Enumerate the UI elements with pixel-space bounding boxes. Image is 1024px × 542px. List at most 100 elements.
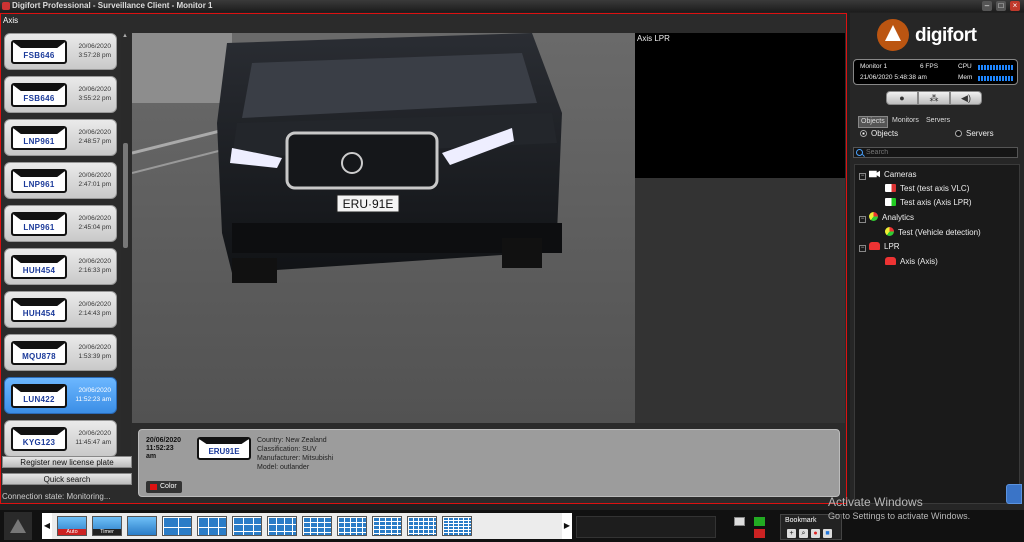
maximize-button[interactable]: □ xyxy=(996,1,1006,11)
plate-time: 2:14:43 pm xyxy=(78,310,111,317)
side-panel-toggle-icon[interactable] xyxy=(1006,484,1022,504)
color-label: Color xyxy=(160,483,177,490)
monitor-label: Axis xyxy=(3,16,19,25)
objects-radio[interactable]: Objects xyxy=(860,129,898,138)
layout-1plus5-button[interactable] xyxy=(197,516,227,536)
mem-meter xyxy=(978,76,1014,81)
tree-label: Cameras xyxy=(884,170,917,179)
strip-right-arrow-icon[interactable]: ▶ xyxy=(562,513,572,539)
tree-node-axis[interactable]: Axis (Axis) xyxy=(885,256,938,267)
audio-mode-button[interactable]: ◀) xyxy=(950,91,982,105)
tree-node-camera-vlc[interactable]: Test (test axis VLC) xyxy=(885,183,969,194)
plate-date: 20/06/2020 xyxy=(78,430,111,437)
close-button[interactable]: × xyxy=(1010,1,1020,11)
user-mode-button[interactable]: ● xyxy=(886,91,918,105)
tab-monitors[interactable]: Monitors xyxy=(890,116,921,126)
plate-date: 20/06/2020 xyxy=(78,258,111,265)
plate-list-item[interactable]: HUH454 20/06/2020 2:14:43 pm xyxy=(4,291,117,328)
plate-list-item[interactable]: LNP961 20/06/2020 2:47:01 pm xyxy=(4,162,117,199)
layout-6x6-button[interactable] xyxy=(442,516,472,536)
info-date: 20/06/2020 xyxy=(146,437,182,444)
bookmark-title: Bookmark xyxy=(785,517,817,524)
activate-windows-watermark: Activate Windows Go to Settings to activ… xyxy=(828,495,970,521)
tab-servers[interactable]: Servers xyxy=(924,116,952,126)
monitor-icon[interactable] xyxy=(734,517,745,526)
tree-node-camera-lpr[interactable]: Test axis (Axis LPR) xyxy=(885,197,972,208)
camera-icon xyxy=(869,170,880,178)
minimize-button[interactable]: – xyxy=(982,1,992,11)
plate-number: FSB646 xyxy=(23,51,55,60)
bookmark-search-icon[interactable]: ⌕ xyxy=(799,529,808,538)
bookmark-record-icon[interactable]: ● xyxy=(811,529,820,538)
plate-list-item[interactable]: KYG123 20/06/2020 11:45:47 am xyxy=(4,420,117,457)
search-input[interactable] xyxy=(866,148,1016,157)
plate-date: 20/06/2020 xyxy=(78,172,111,179)
logo-mark-icon xyxy=(877,19,909,51)
quick-search-button[interactable]: Quick search xyxy=(2,473,132,485)
plate-time: 2:48:57 pm xyxy=(78,138,111,145)
tree-node-vehicle-detection[interactable]: Test (Vehicle detection) xyxy=(885,227,981,238)
info-plate-thumbnail: ERU91E xyxy=(197,437,251,460)
tray-icons xyxy=(732,516,772,538)
register-plate-button[interactable]: Register new license plate xyxy=(2,456,132,468)
alert-icon[interactable] xyxy=(754,529,765,538)
camera-title: Axis LPR xyxy=(637,34,670,43)
scrollbar-thumb[interactable] xyxy=(123,143,128,248)
layout-5x5-button[interactable] xyxy=(372,516,402,536)
tree-node-cameras[interactable]: − Cameras xyxy=(859,169,916,180)
network-mode-button[interactable]: ⁂ xyxy=(918,91,950,105)
layout-4x3-button[interactable] xyxy=(267,516,297,536)
plate-list-item[interactable]: LUN422 20/06/2020 11:52:23 am xyxy=(4,377,117,414)
plate-list-scrollbar[interactable]: ▲ ▼ xyxy=(121,33,131,463)
plate-list-item[interactable]: FSB646 20/06/2020 3:57:28 pm xyxy=(4,33,117,70)
plate-thumbnail: HUH454 xyxy=(11,298,67,322)
plate-date: 20/06/2020 xyxy=(78,86,111,93)
monitor-frame: Axis FSB646 20/06/2020 3:57:28 pm FSB646 20/… xyxy=(0,13,847,504)
layout-5x4-button[interactable] xyxy=(337,516,367,536)
digifort-logo: digifort xyxy=(875,17,1000,57)
tree-label: Test (Vehicle detection) xyxy=(898,228,981,237)
vehicle-classification: Classification: SUV xyxy=(257,446,317,453)
status-fps: 6 FPS xyxy=(920,63,939,70)
servers-radio[interactable]: Servers xyxy=(955,129,994,138)
status-monitor: Monitor 1 xyxy=(860,63,888,70)
scroll-up-icon[interactable]: ▲ xyxy=(122,33,128,39)
plate-time: 3:55:22 pm xyxy=(78,95,111,102)
layout-timer-label: Timer xyxy=(93,529,121,535)
plate-number: FSB646 xyxy=(23,94,55,103)
layout-timer-button[interactable]: Timer xyxy=(92,516,122,536)
plate-list-item[interactable]: LNP961 20/06/2020 2:48:57 pm xyxy=(4,119,117,156)
plate-list-item[interactable]: FSB646 20/06/2020 3:55:22 pm xyxy=(4,76,117,113)
tree-node-lpr[interactable]: − LPR xyxy=(859,241,900,252)
eject-icon[interactable] xyxy=(4,512,32,540)
vehicle-color-button[interactable]: Color xyxy=(146,481,182,493)
tree-node-analytics[interactable]: − Analytics xyxy=(859,212,914,223)
watermark-title: Activate Windows xyxy=(828,495,923,509)
layout-4x4-button[interactable] xyxy=(302,516,332,536)
plate-list-item[interactable]: HUH454 20/06/2020 2:16:33 pm xyxy=(4,248,117,285)
tree-label: Analytics xyxy=(882,213,915,222)
collapse-icon[interactable]: − xyxy=(859,245,866,252)
layout-auto-button[interactable]: Auto xyxy=(57,516,87,536)
layout-6x5-button[interactable] xyxy=(407,516,437,536)
strip-left-arrow-icon[interactable]: ◀ xyxy=(42,513,52,539)
collapse-icon[interactable]: − xyxy=(859,173,866,180)
tab-objects[interactable]: Objects xyxy=(858,116,888,128)
layout-2x2-button[interactable] xyxy=(162,516,192,536)
layout-1x1-button[interactable] xyxy=(127,516,157,536)
bookmark-list-icon[interactable]: ■ xyxy=(823,529,832,538)
bookmark-add-icon[interactable]: + xyxy=(787,529,796,538)
check-icon[interactable] xyxy=(754,517,765,526)
plate-list-item[interactable]: LNP961 20/06/2020 2:45:04 pm xyxy=(4,205,117,242)
collapse-icon[interactable]: − xyxy=(859,216,866,223)
servers-radio-label: Servers xyxy=(966,129,994,138)
camera-video[interactable]: ERU·91E xyxy=(132,33,635,423)
plate-date: 20/06/2020 xyxy=(78,129,111,136)
layout-3x3-button[interactable] xyxy=(232,516,262,536)
plate-list-item[interactable]: MQU878 20/06/2020 1:53:39 pm xyxy=(4,334,117,371)
plate-thumbnail: LUN422 xyxy=(11,384,67,408)
surveillance-client-window: Digifort Professional - Surveillance Cli… xyxy=(0,0,1024,542)
plate-time: 1:53:39 pm xyxy=(78,353,111,360)
logo-text: digifort xyxy=(915,25,977,46)
camera-offline-icon xyxy=(885,184,896,192)
